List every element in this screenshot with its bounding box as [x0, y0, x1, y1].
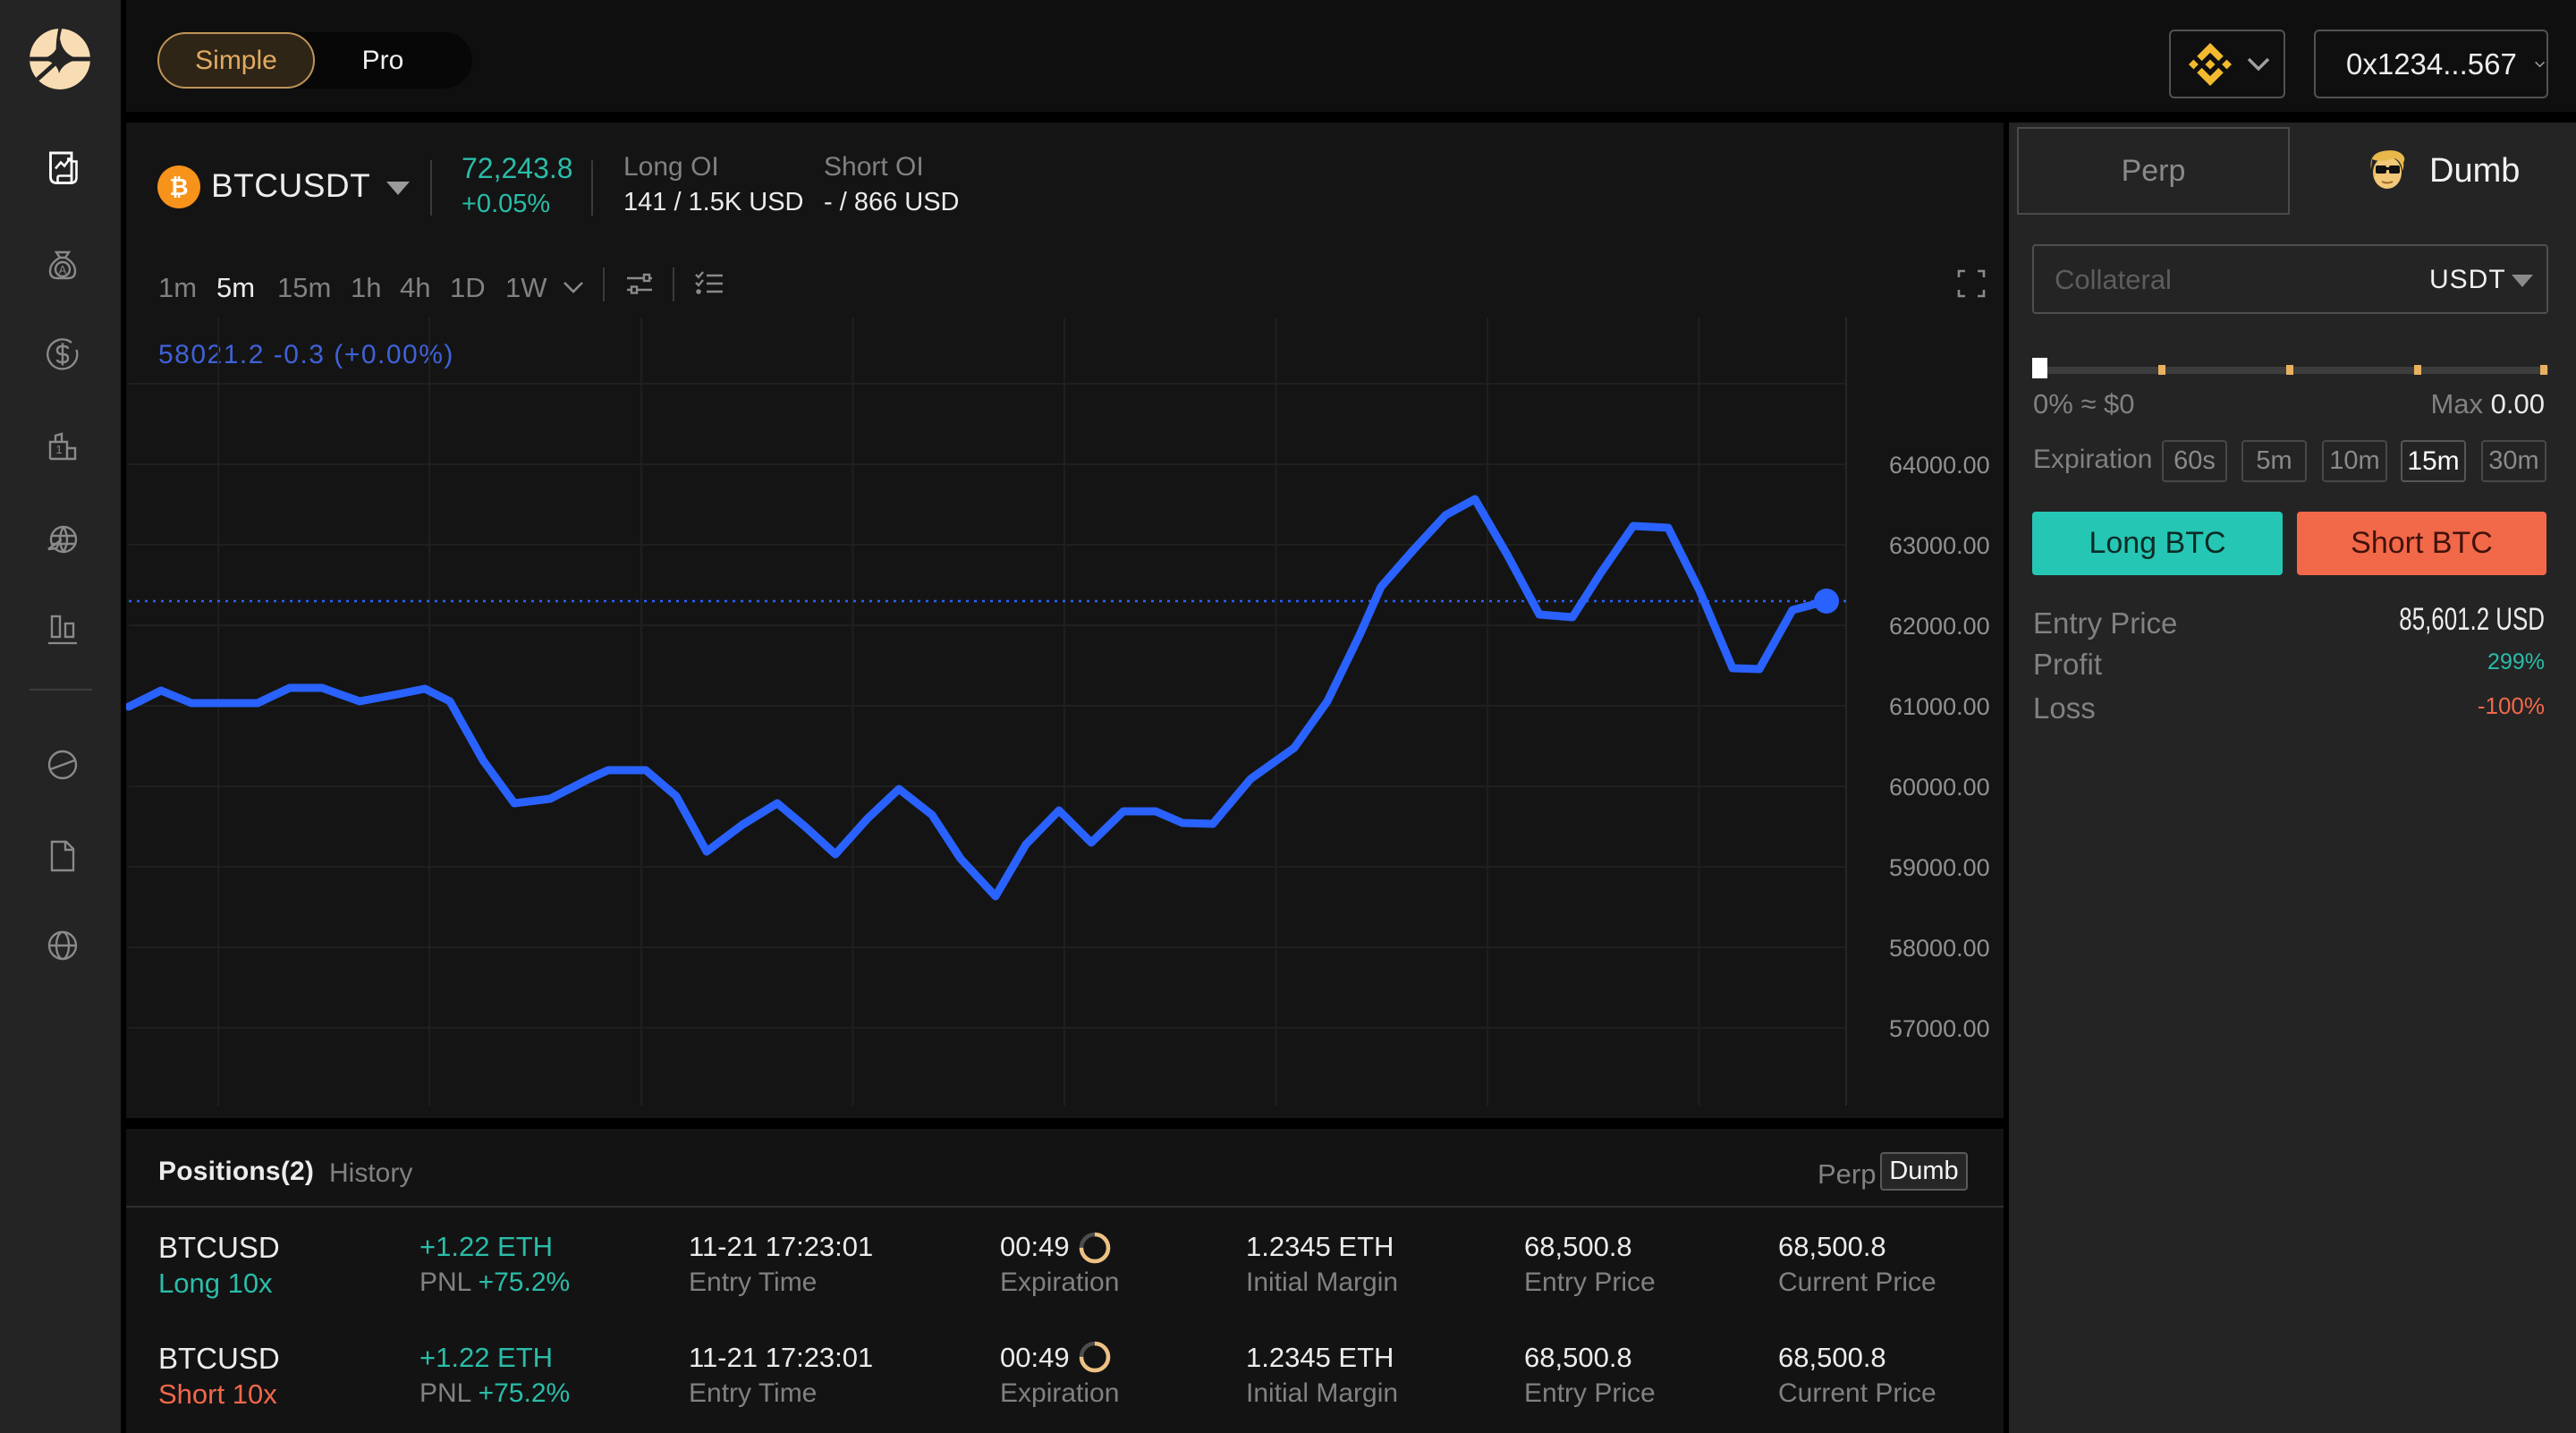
svg-text:A: A — [59, 263, 67, 276]
svg-text:61000.00: 61000.00 — [1889, 693, 1990, 720]
svg-text:₿: ₿ — [169, 174, 188, 200]
svg-text:63000.00: 63000.00 — [1889, 532, 1990, 559]
svg-text:1: 1 — [55, 443, 62, 456]
svg-text:60000.00: 60000.00 — [1889, 774, 1990, 801]
svg-text:58000.00: 58000.00 — [1889, 935, 1990, 962]
svg-text:62000.00: 62000.00 — [1889, 613, 1990, 640]
svg-text:59000.00: 59000.00 — [1889, 854, 1990, 881]
svg-text:64000.00: 64000.00 — [1889, 452, 1990, 479]
svg-text:57000.00: 57000.00 — [1889, 1015, 1990, 1042]
